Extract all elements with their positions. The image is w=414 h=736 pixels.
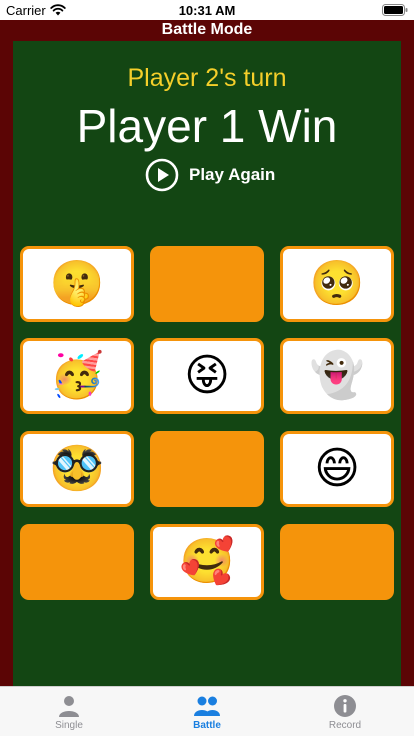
card[interactable]: 🤫	[20, 246, 134, 322]
card[interactable]	[150, 246, 264, 322]
game-frame: Battle Mode Player 2's turn Player 1 Win…	[0, 20, 414, 687]
tab-label: Single	[55, 720, 83, 731]
card-emoji: 🥸	[49, 444, 105, 493]
game-board: Player 2's turn Player 1 Win Play Again …	[13, 41, 401, 687]
card[interactable]: 😄	[280, 431, 394, 507]
tab-single[interactable]: Single	[0, 687, 138, 736]
card-emoji: 🥰	[179, 537, 235, 586]
card[interactable]	[280, 524, 394, 600]
card[interactable]: 😝	[150, 338, 264, 414]
card-emoji: 👻	[309, 351, 365, 400]
play-circle-icon	[145, 158, 179, 192]
tab-label: Record	[328, 720, 362, 731]
card[interactable]: 👻	[280, 338, 394, 414]
card[interactable]: 🥸	[20, 431, 134, 507]
tab-label: Battle	[193, 720, 221, 731]
tab-record[interactable]: Record	[276, 687, 414, 736]
info-icon	[334, 695, 356, 717]
card[interactable]: 🥳	[20, 338, 134, 414]
status-time: 10:31 AM	[178, 3, 236, 18]
card-emoji: 😄	[314, 444, 360, 493]
status-bar: Carrier 10:31 AM	[0, 0, 414, 20]
person-icon	[59, 696, 79, 717]
card[interactable]: 🥰	[150, 524, 264, 600]
battery-icon	[382, 4, 408, 16]
turn-indicator: Player 2's turn	[127, 64, 287, 92]
card[interactable]: 🥺	[280, 246, 394, 322]
result-label: Player 1 Win	[76, 100, 338, 152]
tab-battle[interactable]: Battle	[138, 687, 276, 736]
two-people-icon	[194, 696, 220, 716]
card[interactable]	[150, 431, 264, 507]
play-again-label: Play Again	[189, 165, 276, 184]
card-emoji: 😝	[184, 351, 230, 400]
card[interactable]	[20, 524, 134, 600]
card-emoji: 🥺	[309, 259, 365, 308]
page-title: Battle Mode	[161, 21, 253, 38]
tab-bar: Single Battle Record	[0, 686, 414, 736]
play-again-button[interactable]: Play Again	[145, 158, 275, 192]
card-emoji: 🤫	[49, 259, 105, 308]
card-emoji: 🥳	[49, 351, 105, 400]
